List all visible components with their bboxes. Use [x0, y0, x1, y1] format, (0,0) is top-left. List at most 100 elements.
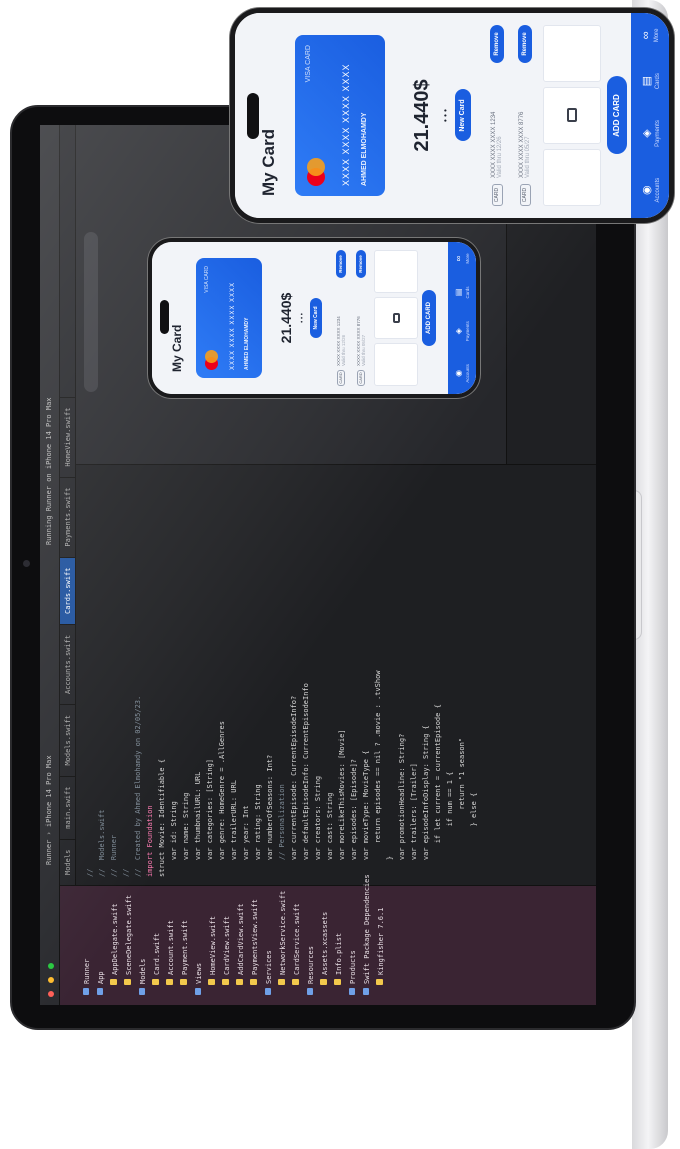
navigator-item[interactable]: Resources: [304, 886, 318, 995]
option-tile[interactable]: [374, 250, 418, 293]
navigator-item[interactable]: Info.plist: [332, 886, 346, 995]
remove-button[interactable]: Remove: [490, 25, 504, 63]
navigator-item[interactable]: AddCardView.swift: [234, 886, 248, 995]
navigator-item-label: NetworkService.swift: [279, 890, 287, 975]
navigator-item[interactable]: Views: [192, 886, 206, 995]
cards-icon: ▤: [454, 288, 463, 297]
code-editor[interactable]: // // Models.swift // Runner // // Created b…: [76, 465, 596, 885]
credit-card[interactable]: VISA CARD XXXX XXXX XXXX XXXX AHMED ELMO…: [196, 258, 262, 378]
editor-tab[interactable]: Accounts.swift: [60, 623, 75, 704]
navigator-item-label: PaymentsView.swift: [251, 899, 259, 975]
tab-accounts[interactable]: ◉ Accounts: [454, 364, 470, 383]
navigator-item[interactable]: Swift Package Dependencies: [360, 874, 374, 995]
phone-large: My Card VISA CARD XXXX XXXX XXXX XXXX AH…: [230, 8, 674, 223]
tab-label: Payments: [654, 120, 661, 147]
add-card-button[interactable]: ADD CARD: [422, 290, 436, 346]
option-tile[interactable]: [374, 296, 418, 340]
navigator-item-label: Views: [195, 962, 203, 984]
add-card-button[interactable]: ADD CARD: [607, 76, 627, 155]
accounts-icon: ◉: [640, 185, 653, 195]
navigator-item-label: App: [97, 971, 105, 984]
minimize-icon[interactable]: [48, 977, 54, 984]
navigator-item[interactable]: Products: [346, 886, 360, 995]
zoom-icon[interactable]: [48, 963, 54, 970]
scheme-selector[interactable]: Runner › iPhone 14 Pro Max: [45, 755, 53, 865]
editor-tab[interactable]: main.swift: [60, 775, 75, 839]
tab-cards[interactable]: ▤ Cards: [454, 286, 470, 298]
window-controls[interactable]: [47, 960, 56, 997]
editor-tab[interactable]: HomeView.swift: [60, 396, 75, 477]
code-line: var moreLikeThisMovies: [Movie]: [338, 729, 346, 877]
navigator-item[interactable]: Models: [136, 886, 150, 995]
code-line: var episodeInfoDisplay: String {: [422, 725, 430, 877]
navigator-item[interactable]: Services: [262, 886, 276, 995]
navigator-item[interactable]: NetworkService.swift: [276, 886, 290, 995]
folder-icon: [265, 988, 271, 995]
card-holder: AHMED ELMOHAMDY: [361, 112, 368, 187]
file-icon: [236, 979, 243, 985]
code-line: return episodes == nil ? .movie : .tvSho…: [374, 670, 382, 877]
code-line: // Models.swift: [98, 809, 106, 877]
navigator-item[interactable]: App: [94, 886, 108, 995]
option-tile[interactable]: [374, 343, 418, 386]
navigator-item[interactable]: PaymentsView.swift: [248, 886, 262, 995]
mastercard-logo-icon: [307, 156, 325, 186]
code-line: var creators: String: [314, 775, 322, 877]
file-icon: [166, 979, 173, 985]
navigator-item[interactable]: CardView.swift: [220, 886, 234, 995]
remove-button[interactable]: Remove: [356, 250, 366, 278]
credit-card[interactable]: VISA CARD XXXX XXXX XXXX XXXX AHMED ELMO…: [295, 35, 385, 196]
saved-card-sub: Valid thru 05/27: [361, 334, 366, 366]
folder-icon: [307, 988, 313, 995]
editor-tab[interactable]: Models: [60, 838, 75, 885]
editor-tab[interactable]: Payments.swift: [60, 476, 75, 557]
file-icon: [208, 979, 215, 985]
tab-more[interactable]: ∞ More: [640, 29, 660, 43]
tab-payments[interactable]: ◈ Payments: [454, 321, 470, 341]
remove-button[interactable]: Remove: [518, 25, 532, 63]
navigator-item[interactable]: Assets.xcassets: [318, 886, 332, 995]
option-tile[interactable]: [543, 25, 601, 82]
option-tile[interactable]: [543, 87, 601, 144]
new-card-button[interactable]: New Card: [455, 89, 471, 142]
code-line: struct Movie: Identifiable {: [158, 758, 166, 877]
navigator-item[interactable]: Payment.swift: [178, 886, 192, 995]
option-tile[interactable]: [543, 149, 601, 206]
code-line: var currentEpisode: CurrentEpisodeInfo?: [290, 695, 298, 877]
navigator-item[interactable]: Account.swift: [164, 886, 178, 995]
navigator-item[interactable]: Kingfisher 7.6.1: [374, 886, 388, 995]
navigator-item[interactable]: Card.swift: [150, 886, 164, 995]
navigator-item-label: Assets.xcassets: [321, 911, 329, 975]
folder-icon: [97, 988, 103, 995]
tab-payments[interactable]: ◈ Payments: [640, 120, 661, 147]
remove-button[interactable]: Remove: [336, 250, 346, 278]
card-icon: [392, 313, 400, 324]
navigator-item[interactable]: CardService.swift: [290, 886, 304, 995]
navigator-item[interactable]: Runner: [80, 886, 94, 995]
tab-accounts[interactable]: ◉ Accounts: [640, 178, 661, 203]
navigator-item-label: Swift Package Dependencies: [363, 874, 371, 984]
close-icon[interactable]: [48, 991, 54, 997]
phone-large-screen: My Card VISA CARD XXXX XXXX XXXX XXXX AH…: [235, 13, 669, 218]
card-holder: AHMED ELMOHAMDY: [244, 317, 250, 371]
navigator-item[interactable]: AppDelegate.swift: [108, 886, 122, 995]
tab-label: Payments: [465, 321, 470, 342]
editor-tab[interactable]: Cards.swift: [60, 556, 75, 624]
preview-toolbar[interactable]: [84, 232, 98, 392]
code-line: var cast: String: [326, 792, 334, 877]
editor-tab[interactable]: Models.swift: [60, 703, 75, 776]
folder-icon: [83, 988, 89, 995]
page-indicator[interactable]: • • •: [300, 242, 306, 394]
tab-cards[interactable]: ▤ Cards: [640, 73, 661, 89]
navigator-item[interactable]: SceneDelegate.swift: [122, 886, 136, 995]
code-line: var name: String: [182, 792, 190, 877]
code-line: }: [386, 855, 394, 877]
navigator-item[interactable]: HomeView.swift: [206, 886, 220, 995]
code-line: var genre: HomeGenre = .AllGenres: [218, 721, 226, 877]
page-indicator[interactable]: • • •: [441, 13, 450, 218]
dynamic-island: [247, 93, 259, 139]
tab-more[interactable]: ∞ More: [454, 253, 470, 263]
saved-card-row: CARD XXXX XXXX XXXX 8776 Valid thru 05/27…: [352, 250, 370, 386]
new-card-button[interactable]: New Card: [310, 298, 322, 338]
code-line: var trailers: [Trailer]: [410, 763, 418, 877]
